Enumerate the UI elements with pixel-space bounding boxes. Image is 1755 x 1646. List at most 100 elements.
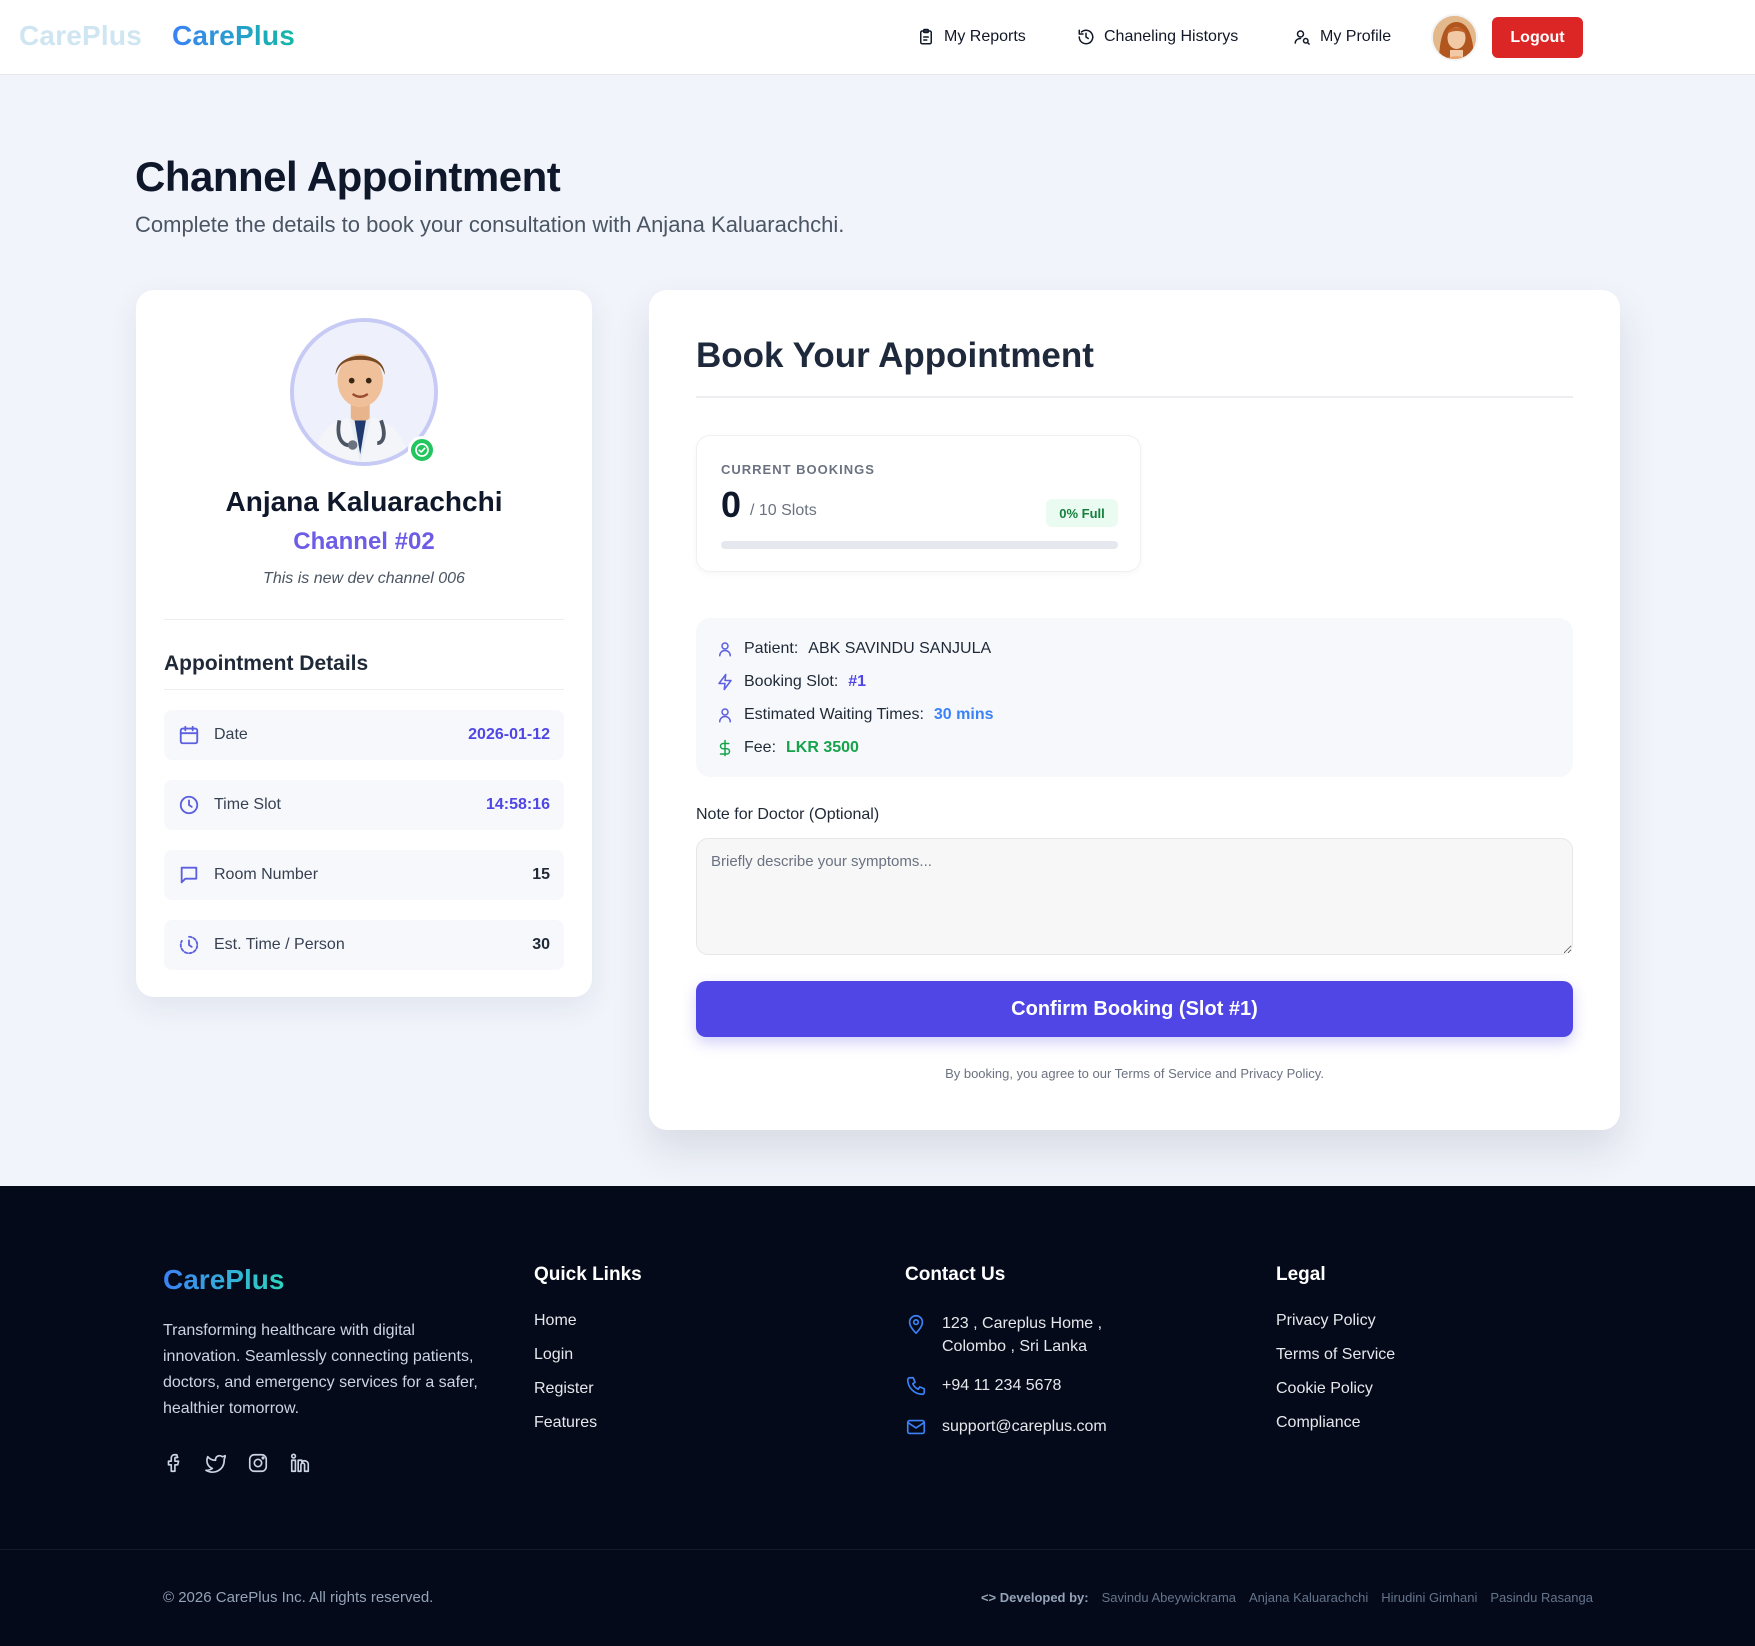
summary-label: Fee: <box>744 739 777 756</box>
channel-number: Channel #02 <box>293 528 435 555</box>
appointment-details-title: Appointment Details <box>164 652 369 675</box>
page-title: Channel Appointment <box>135 153 561 200</box>
divider <box>164 689 564 690</box>
detail-label: Date <box>214 726 248 743</box>
user-avatar[interactable] <box>1431 14 1478 61</box>
contact-email: support@careplus.com <box>905 1415 1107 1438</box>
footer-link-register[interactable]: Register <box>534 1380 642 1398</box>
patient-name: ABK SAVINDU SANJULA <box>808 640 992 657</box>
clipboard-icon <box>920 28 932 45</box>
summary-label: Estimated Waiting Times: <box>744 706 924 723</box>
user-avatar-image <box>1433 16 1476 59</box>
clock-icon <box>179 795 199 815</box>
copyright: © 2026 CarePlus Inc. All rights reserved… <box>163 1589 434 1606</box>
legal-title: Legal <box>1276 1264 1326 1285</box>
nav-my-reports[interactable]: My Reports <box>917 28 1026 46</box>
address-line-1: 123 , Careplus Home , <box>942 1315 1103 1332</box>
summary-fee: Fee: LKR 3500 <box>716 739 859 757</box>
brand-logo[interactable]: CarePlus <box>172 20 295 52</box>
detail-value: 15 <box>532 866 550 883</box>
footer-link-login[interactable]: Login <box>534 1346 642 1364</box>
footer-brand-logo: CarePlus <box>163 1264 285 1295</box>
page-subtitle: Complete the details to book your consul… <box>135 212 845 237</box>
email-address[interactable]: support@careplus.com <box>942 1415 1107 1438</box>
contact-title: Contact Us <box>905 1264 1006 1285</box>
summary-label: Booking Slot: <box>744 673 839 690</box>
footer-link-cookie-policy[interactable]: Cookie Policy <box>1276 1380 1395 1398</box>
detail-value: 14:58:16 <box>485 796 550 813</box>
developer-name: Anjana Kaluarachchi <box>1249 1590 1369 1605</box>
channel-description: This is new dev channel 006 <box>263 570 465 587</box>
divider <box>696 396 1573 398</box>
quick-links-title: Quick Links <box>534 1264 642 1285</box>
divider <box>164 619 564 620</box>
phone-number[interactable]: +94 11 234 5678 <box>942 1374 1061 1397</box>
note-label: Note for Doctor (Optional) <box>696 806 880 823</box>
detail-label: Room Number <box>214 866 319 883</box>
footer-link-privacy-policy[interactable]: Privacy Policy <box>1276 1312 1395 1330</box>
developed-by-label: Developed by: <box>999 1590 1089 1605</box>
verified-check-icon <box>408 436 436 464</box>
note-for-doctor-input[interactable] <box>696 838 1573 955</box>
address-line-2: Colombo , Sri Lanka <box>942 1338 1087 1355</box>
twitter-icon[interactable] <box>205 1452 227 1474</box>
footer-link-compliance[interactable]: Compliance <box>1276 1414 1395 1432</box>
booking-summary: Patient: ABK SAVINDU SANJULA Booking Slo… <box>696 618 1573 777</box>
dollar-icon <box>719 739 731 757</box>
code-icon: <> <box>980 1590 997 1605</box>
terms-note: By booking, you agree to our Terms of Se… <box>945 1066 1324 1081</box>
user-icon <box>719 642 731 657</box>
detail-value: 2026-01-12 <box>468 726 550 743</box>
current-bookings-count: 0 <box>721 484 742 525</box>
instagram-icon[interactable] <box>247 1452 269 1474</box>
fee-value: LKR 3500 <box>786 739 859 756</box>
capacity-badge: 0% Full <box>1046 499 1118 527</box>
nav-my-reports-label: My Reports <box>944 28 1026 45</box>
detail-value: 30 <box>532 936 550 953</box>
nav-channeling-history-label: Chaneling Historys <box>1104 28 1239 45</box>
doctor-card: Anjana Kaluarachchi Channel #02 This is … <box>136 290 592 997</box>
footer-link-terms-of-service[interactable]: Terms of Service <box>1276 1346 1395 1364</box>
booking-slot-value: #1 <box>848 673 867 690</box>
footer-legal: Legal Privacy Policy Terms of Service Co… <box>1276 1264 1395 1448</box>
footer-link-features[interactable]: Features <box>534 1414 642 1432</box>
phone-icon <box>906 1376 926 1396</box>
developer-name: Savindu Abeywickrama <box>1101 1590 1237 1605</box>
lightning-icon <box>718 673 732 691</box>
mail-icon <box>906 1419 926 1435</box>
history-icon <box>1078 29 1094 45</box>
divider <box>0 1549 1755 1550</box>
footer: CarePlus Transforming healthcare with di… <box>0 1186 1755 1646</box>
booking-card: Book Your Appointment CURRENT BOOKINGS 0… <box>649 290 1620 1130</box>
footer-about-text: Transforming healthcare with digital inn… <box>163 1322 478 1417</box>
footer-quick-links: Quick Links Home Login Register Features <box>534 1264 642 1448</box>
linkedin-icon[interactable] <box>289 1452 311 1474</box>
summary-booking-slot: Booking Slot: #1 <box>716 673 866 691</box>
current-bookings-panel: CURRENT BOOKINGS 0 / 10 Slots 0% Full <box>696 435 1141 572</box>
contact-phone: +94 11 234 5678 <box>905 1374 1107 1397</box>
total-slots: / 10 Slots <box>750 502 817 519</box>
logout-button[interactable]: Logout <box>1492 17 1583 58</box>
detail-row-est-time: Est. Time / Person 30 <box>164 920 564 970</box>
confirm-booking-button[interactable]: Confirm Booking (Slot #1) <box>696 981 1573 1037</box>
message-square-icon <box>180 866 198 884</box>
summary-patient: Patient: ABK SAVINDU SANJULA <box>716 640 991 658</box>
user-search-icon <box>1294 30 1310 45</box>
summary-waiting-time: Estimated Waiting Times: 30 mins <box>716 706 994 724</box>
footer-link-home[interactable]: Home <box>534 1312 642 1330</box>
calendar-icon <box>179 725 199 745</box>
detail-label: Time Slot <box>214 796 281 813</box>
developer-credits: <> Developed by: Savindu Abeywickrama An… <box>981 1590 1593 1605</box>
doctor-name: Anjana Kaluarachchi <box>225 486 503 517</box>
social-links <box>163 1452 311 1474</box>
detail-row-room-number: Room Number 15 <box>164 850 564 900</box>
nav-channeling-history[interactable]: Chaneling Historys <box>1077 28 1238 46</box>
contact-address: 123 , Careplus Home , Colombo , Sri Lank… <box>905 1312 1107 1358</box>
facebook-icon[interactable] <box>163 1452 185 1474</box>
waiting-time-value: 30 mins <box>933 706 994 723</box>
detail-label: Est. Time / Person <box>214 936 345 953</box>
nav-my-profile[interactable]: My Profile <box>1293 28 1391 46</box>
dev-label-wrap: <> Developed by: <box>981 1590 1089 1605</box>
brand-logo-ghost: CarePlus <box>19 20 142 51</box>
timer-icon <box>179 935 199 955</box>
